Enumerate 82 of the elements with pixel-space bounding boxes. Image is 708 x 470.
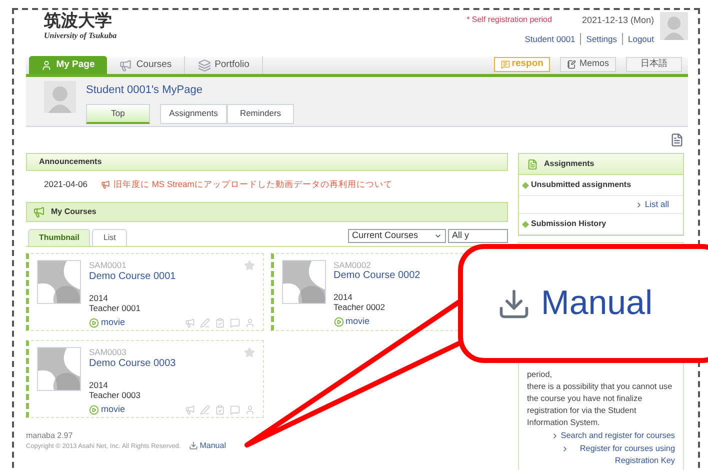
course-filter-select[interactable]: Current Courses bbox=[348, 229, 446, 243]
chevron-down-icon bbox=[434, 232, 442, 240]
avatar-icon bbox=[44, 81, 76, 113]
registration-text: period, bbox=[527, 369, 554, 381]
mypage-title: Student 0001's MyPage bbox=[86, 83, 204, 98]
course-title[interactable]: Demo Course 0001 bbox=[89, 271, 176, 283]
clipboard-icon[interactable] bbox=[214, 404, 224, 415]
course-teacher: Teacher 0002 bbox=[334, 302, 386, 312]
course-code: SAM0003 bbox=[89, 347, 126, 358]
bullet-icon bbox=[522, 220, 530, 228]
course-year: 2014 bbox=[89, 293, 109, 303]
announcement-date: 2021-04-06 bbox=[44, 178, 88, 190]
course-teacher: Teacher 0003 bbox=[89, 390, 142, 400]
clipboard-icon[interactable] bbox=[214, 318, 224, 328]
person-icon[interactable] bbox=[244, 404, 254, 415]
comment-icon[interactable] bbox=[230, 318, 240, 328]
nav-tab[interactable]: Courses bbox=[107, 56, 185, 74]
chat-icon bbox=[500, 60, 510, 68]
registration-notice: * Self registration period bbox=[466, 14, 552, 26]
bullet-icon bbox=[522, 181, 530, 189]
comment-icon[interactable] bbox=[230, 404, 240, 415]
profile-tab[interactable]: Top bbox=[86, 104, 150, 124]
section-heading: Unsubmitted assignments bbox=[519, 175, 683, 195]
header-link[interactable]: Settings bbox=[580, 32, 617, 46]
registration-text: there is a possibility that you cannot use the course you have not finalize registration for via the Student Information System. bbox=[527, 381, 674, 429]
play-icon bbox=[334, 316, 344, 327]
assignments-title: Assignments bbox=[544, 158, 594, 170]
logo-subtitle: University of Tsukuba bbox=[44, 30, 117, 42]
course-teacher: Teacher 0001 bbox=[89, 303, 142, 313]
person-icon[interactable] bbox=[244, 318, 254, 328]
view-tab[interactable]: Thumbnail bbox=[28, 229, 90, 246]
megaphone-icon[interactable] bbox=[184, 318, 194, 328]
play-icon bbox=[89, 404, 99, 415]
my-courses-header: My Courses bbox=[26, 202, 508, 222]
course-title[interactable]: Demo Course 0002 bbox=[334, 270, 420, 282]
course-thumbnail-icon bbox=[282, 260, 326, 304]
pen-icon[interactable] bbox=[200, 318, 210, 328]
star-icon[interactable] bbox=[244, 347, 254, 358]
year-filter-select[interactable]: All y bbox=[448, 229, 508, 243]
user-icon bbox=[41, 60, 52, 70]
manual-link[interactable]: Manual bbox=[188, 440, 226, 452]
courses-icon bbox=[33, 206, 45, 218]
movie-link[interactable]: movie bbox=[89, 403, 126, 416]
megaphone-icon bbox=[101, 180, 110, 188]
document-icon bbox=[527, 158, 538, 170]
announcements-header: Announcements bbox=[26, 153, 508, 171]
profile-tab[interactable]: Reminders bbox=[227, 104, 294, 124]
list-all-link[interactable]: List all bbox=[519, 195, 683, 213]
nav-tab[interactable]: Portfolio bbox=[185, 56, 263, 74]
version-text: manaba 2.97 bbox=[26, 430, 74, 442]
view-tab[interactable]: List bbox=[92, 229, 127, 246]
date-text: 2021-12-13 (Mon) bbox=[582, 14, 654, 27]
memo-icon[interactable] bbox=[670, 133, 684, 147]
profile-tab[interactable]: Assignments bbox=[160, 104, 227, 124]
memos-button[interactable]: Memos bbox=[560, 56, 616, 72]
section-heading: Submission History bbox=[519, 214, 683, 234]
course-code: SAM0001 bbox=[89, 260, 126, 271]
course-code: SAM0002 bbox=[334, 260, 371, 270]
header-link[interactable]: Student 0001 bbox=[524, 32, 576, 46]
course-year: 2014 bbox=[334, 292, 354, 302]
announcement-link[interactable]: 旧年度に MS Streamにアップロードした動画データの再利用について bbox=[101, 178, 392, 190]
callout-label: Manual bbox=[541, 283, 653, 324]
registration-link[interactable]: Register for courses using Registration Key bbox=[527, 443, 675, 467]
courses-icon bbox=[119, 58, 132, 72]
course-title[interactable]: Demo Course 0003 bbox=[89, 358, 176, 370]
download-icon bbox=[188, 441, 198, 450]
header-link[interactable]: Logout bbox=[622, 32, 654, 46]
course-thumbnail-icon bbox=[37, 260, 81, 304]
star-icon[interactable] bbox=[244, 260, 254, 271]
pen-icon[interactable] bbox=[200, 404, 210, 415]
course-thumbnail-icon bbox=[37, 347, 81, 391]
course-year: 2014 bbox=[89, 380, 109, 390]
megaphone-icon[interactable] bbox=[184, 404, 194, 415]
memo-icon bbox=[567, 60, 576, 68]
layers-icon bbox=[198, 58, 211, 72]
avatar-icon bbox=[660, 12, 688, 40]
registration-link[interactable]: Search and register for courses bbox=[527, 430, 675, 442]
language-button[interactable]: 日本語 bbox=[626, 56, 682, 72]
movie-link[interactable]: movie bbox=[89, 316, 126, 330]
play-icon bbox=[89, 318, 99, 328]
movie-link[interactable]: movie bbox=[334, 315, 370, 328]
logo-text: 筑波大学 bbox=[44, 12, 113, 30]
